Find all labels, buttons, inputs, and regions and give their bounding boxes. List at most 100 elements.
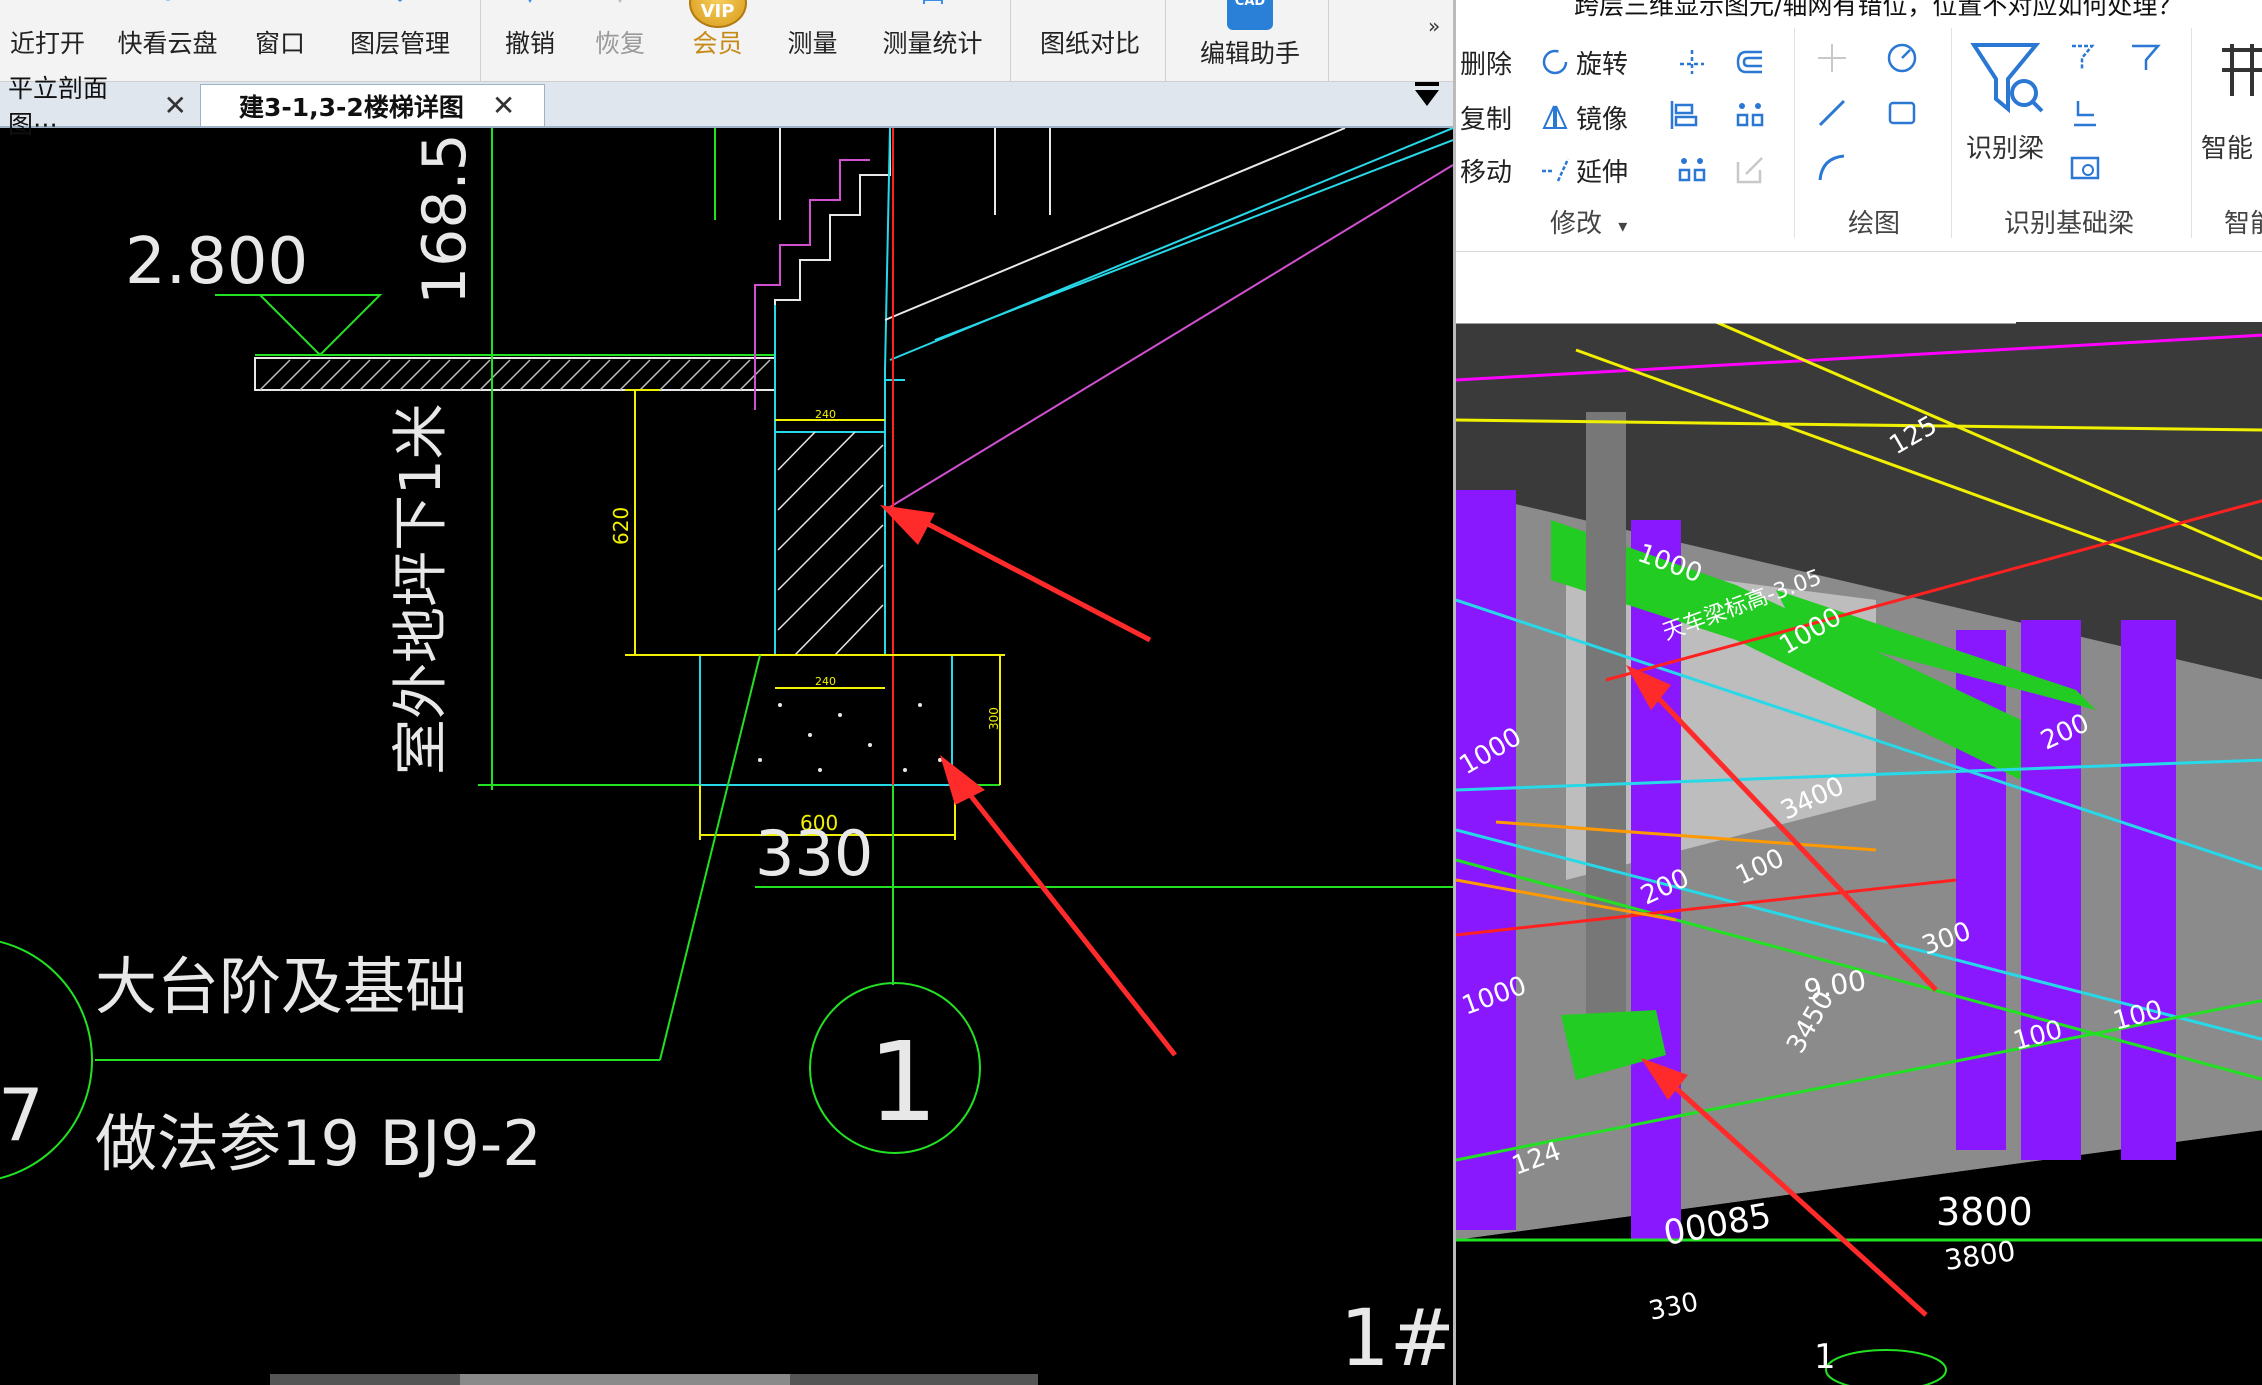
edit-disabled-icon	[1736, 157, 1763, 184]
beam-tool-icon[interactable]	[2068, 40, 2104, 76]
tall-column	[1586, 412, 1626, 1022]
ribbon-divider	[1951, 28, 1952, 238]
layer-manage-label: 图层管理	[349, 29, 450, 58]
arrow-head	[940, 755, 985, 805]
edit-helper-button[interactable]: CAD 编辑助手	[1185, 0, 1315, 82]
vip-button[interactable]: VIP 会员	[680, 0, 755, 82]
compare-label: 图纸对比	[1039, 29, 1140, 58]
smart-layout-icon[interactable]	[2218, 40, 2262, 100]
cad-drawing-canvas[interactable]: 2.800 168.5 室外地坪下1米 240 240 620 300 600 …	[0, 128, 1453, 1385]
beam-filter-icon[interactable]	[2128, 40, 2164, 76]
identify-beam-icon[interactable]	[1966, 35, 2046, 115]
compare-button[interactable]: 图纸对比	[1030, 0, 1150, 82]
layer-manage-button[interactable]: 图层管理	[340, 0, 460, 82]
group-smart[interactable]: 智能	[2224, 203, 2262, 240]
window-label: 窗口	[254, 29, 305, 58]
tab-stair-detail[interactable]: 建3-1,3-2楼梯详图 ✕	[200, 84, 545, 126]
elevation-marker	[215, 294, 383, 357]
smart-layout-label[interactable]: 智能	[2201, 128, 2253, 165]
measure-stats-button[interactable]: 测量统计	[870, 0, 995, 82]
group-identify-foundation-beam[interactable]: 识别基础梁	[2004, 203, 2134, 240]
compare-icon	[1075, 0, 1105, 8]
measure-label: 测量	[787, 29, 838, 58]
tab-label: 建3-1,3-2楼梯详图	[239, 92, 464, 122]
tab-elevation-section[interactable]: 平立剖面图⋯ ✕	[0, 74, 195, 139]
sheet-mark: 1#	[1340, 1294, 1453, 1384]
quick-cloud-label: 快看云盘	[117, 29, 218, 58]
redo-button[interactable]: 恢复	[585, 0, 655, 82]
slab-hatch	[259, 359, 771, 391]
elevation-value: 2.800	[125, 225, 308, 299]
measure-button[interactable]: 测量	[775, 0, 850, 82]
bim-software-pane: 跨层三维显示图元/轴网有错位，位置不对应如何处理？ 删除 旋转 复制 镜像 移动…	[1453, 0, 2262, 1385]
dim-330: 330	[755, 817, 873, 890]
delete-button[interactable]: 删除	[1460, 42, 1512, 82]
layers-icon	[397, 0, 403, 2]
mirror-button[interactable]: 镜像	[1540, 97, 1628, 137]
cad-viewer-pane: 近打开 快看云盘 窗口 图层管理 撤销 恢复 VIP 会员 测量 测量统计 图纸…	[0, 0, 1453, 1385]
rotate-button[interactable]: 旋转	[1540, 42, 1628, 82]
extend-button[interactable]: 延伸	[1540, 150, 1628, 190]
close-icon[interactable]: ✕	[164, 89, 187, 122]
scrollbar-thumb[interactable]	[460, 1374, 790, 1385]
toolbar-divider	[1010, 0, 1011, 82]
move-button[interactable]: 移动	[1460, 150, 1512, 190]
cad-toolbar: 近打开 快看云盘 窗口 图层管理 撤销 恢复 VIP 会员 测量 测量统计 图纸…	[0, 0, 1453, 82]
arc-icon[interactable]	[1814, 150, 1850, 186]
ribbon-divider	[1794, 28, 1795, 238]
edit-helper-label: 编辑助手	[1199, 39, 1300, 68]
undo-label: 撤销	[504, 29, 555, 58]
mirror-icon	[1542, 105, 1568, 129]
ribbon-divider	[2191, 28, 2192, 238]
undo-button[interactable]: 撤销	[495, 0, 565, 82]
tab-list-dropdown-icon[interactable]	[1415, 82, 1439, 106]
measure-stats-label: 测量统计	[882, 29, 983, 58]
group-modify[interactable]: 修改 ▾	[1550, 203, 1627, 240]
recent-open-label: 近打开	[9, 29, 85, 58]
identify-beam-label[interactable]: 识别梁	[1966, 128, 2044, 165]
move-label: 移动	[1460, 157, 1513, 188]
beam-check-icon[interactable]	[2068, 150, 2104, 186]
rotate-icon	[1542, 49, 1568, 75]
3d-model-viewport[interactable]: 3800 3800 330 1000 1000 1000 3400 200 10…	[1456, 322, 2262, 1385]
group-modify-label: 修改	[1550, 209, 1603, 239]
axis-number: 1	[1814, 1337, 1836, 1377]
split-icon[interactable]	[1674, 152, 1710, 188]
trim-icon[interactable]	[1674, 44, 1710, 80]
offset-icon[interactable]	[1732, 44, 1768, 80]
extend-icon	[1542, 158, 1570, 182]
circle-icon[interactable]	[1884, 40, 1920, 76]
dim-620: 620	[609, 507, 633, 545]
close-icon[interactable]: ✕	[492, 89, 515, 122]
column	[1456, 490, 1516, 1230]
recent-icon	[33, 0, 63, 8]
group-draw[interactable]: 绘图	[1848, 203, 1900, 240]
question-title: 跨层三维显示图元/轴网有错位，位置不对应如何处理？	[1574, 0, 2183, 20]
rectangle-icon[interactable]	[1884, 95, 1920, 131]
toolbar-divider	[1328, 0, 1329, 82]
rotate-label: 旋转	[1576, 49, 1629, 80]
beam-edit-icon[interactable]	[2068, 95, 2104, 131]
toolbar-overflow-button[interactable]: »	[1428, 14, 1440, 38]
annotation-arrows	[880, 505, 1177, 1057]
extend-label: 延伸	[1576, 157, 1629, 188]
wall-section	[699, 305, 953, 786]
copy-button[interactable]: 复制	[1460, 97, 1512, 137]
chevron-down-icon: ▾	[1618, 216, 1628, 237]
detail-method-note: 做法参19 BJ9-2	[95, 1107, 542, 1180]
column	[2121, 620, 2176, 1160]
concrete-fill	[758, 703, 942, 772]
dim-3800-a: 3800	[1936, 1190, 2033, 1234]
detail-ref-number-left: 7	[0, 1073, 44, 1157]
outdoor-grade-note: 室外地坪下1米	[389, 403, 454, 775]
array-icon[interactable]	[1732, 97, 1768, 133]
window-button[interactable]: 窗口	[245, 0, 315, 82]
measure-stats-icon	[922, 0, 943, 4]
detail-title: 大台阶及基础	[95, 950, 467, 1023]
arrow-head	[880, 505, 935, 545]
document-tab-bar: 平立剖面图⋯ ✕ 建3-1,3-2楼梯详图 ✕	[0, 74, 1453, 139]
line-icon[interactable]	[1814, 95, 1850, 131]
horizontal-scrollbar[interactable]	[270, 1374, 1038, 1385]
align-icon[interactable]	[1666, 97, 1702, 133]
point-icon[interactable]	[1814, 40, 1850, 76]
